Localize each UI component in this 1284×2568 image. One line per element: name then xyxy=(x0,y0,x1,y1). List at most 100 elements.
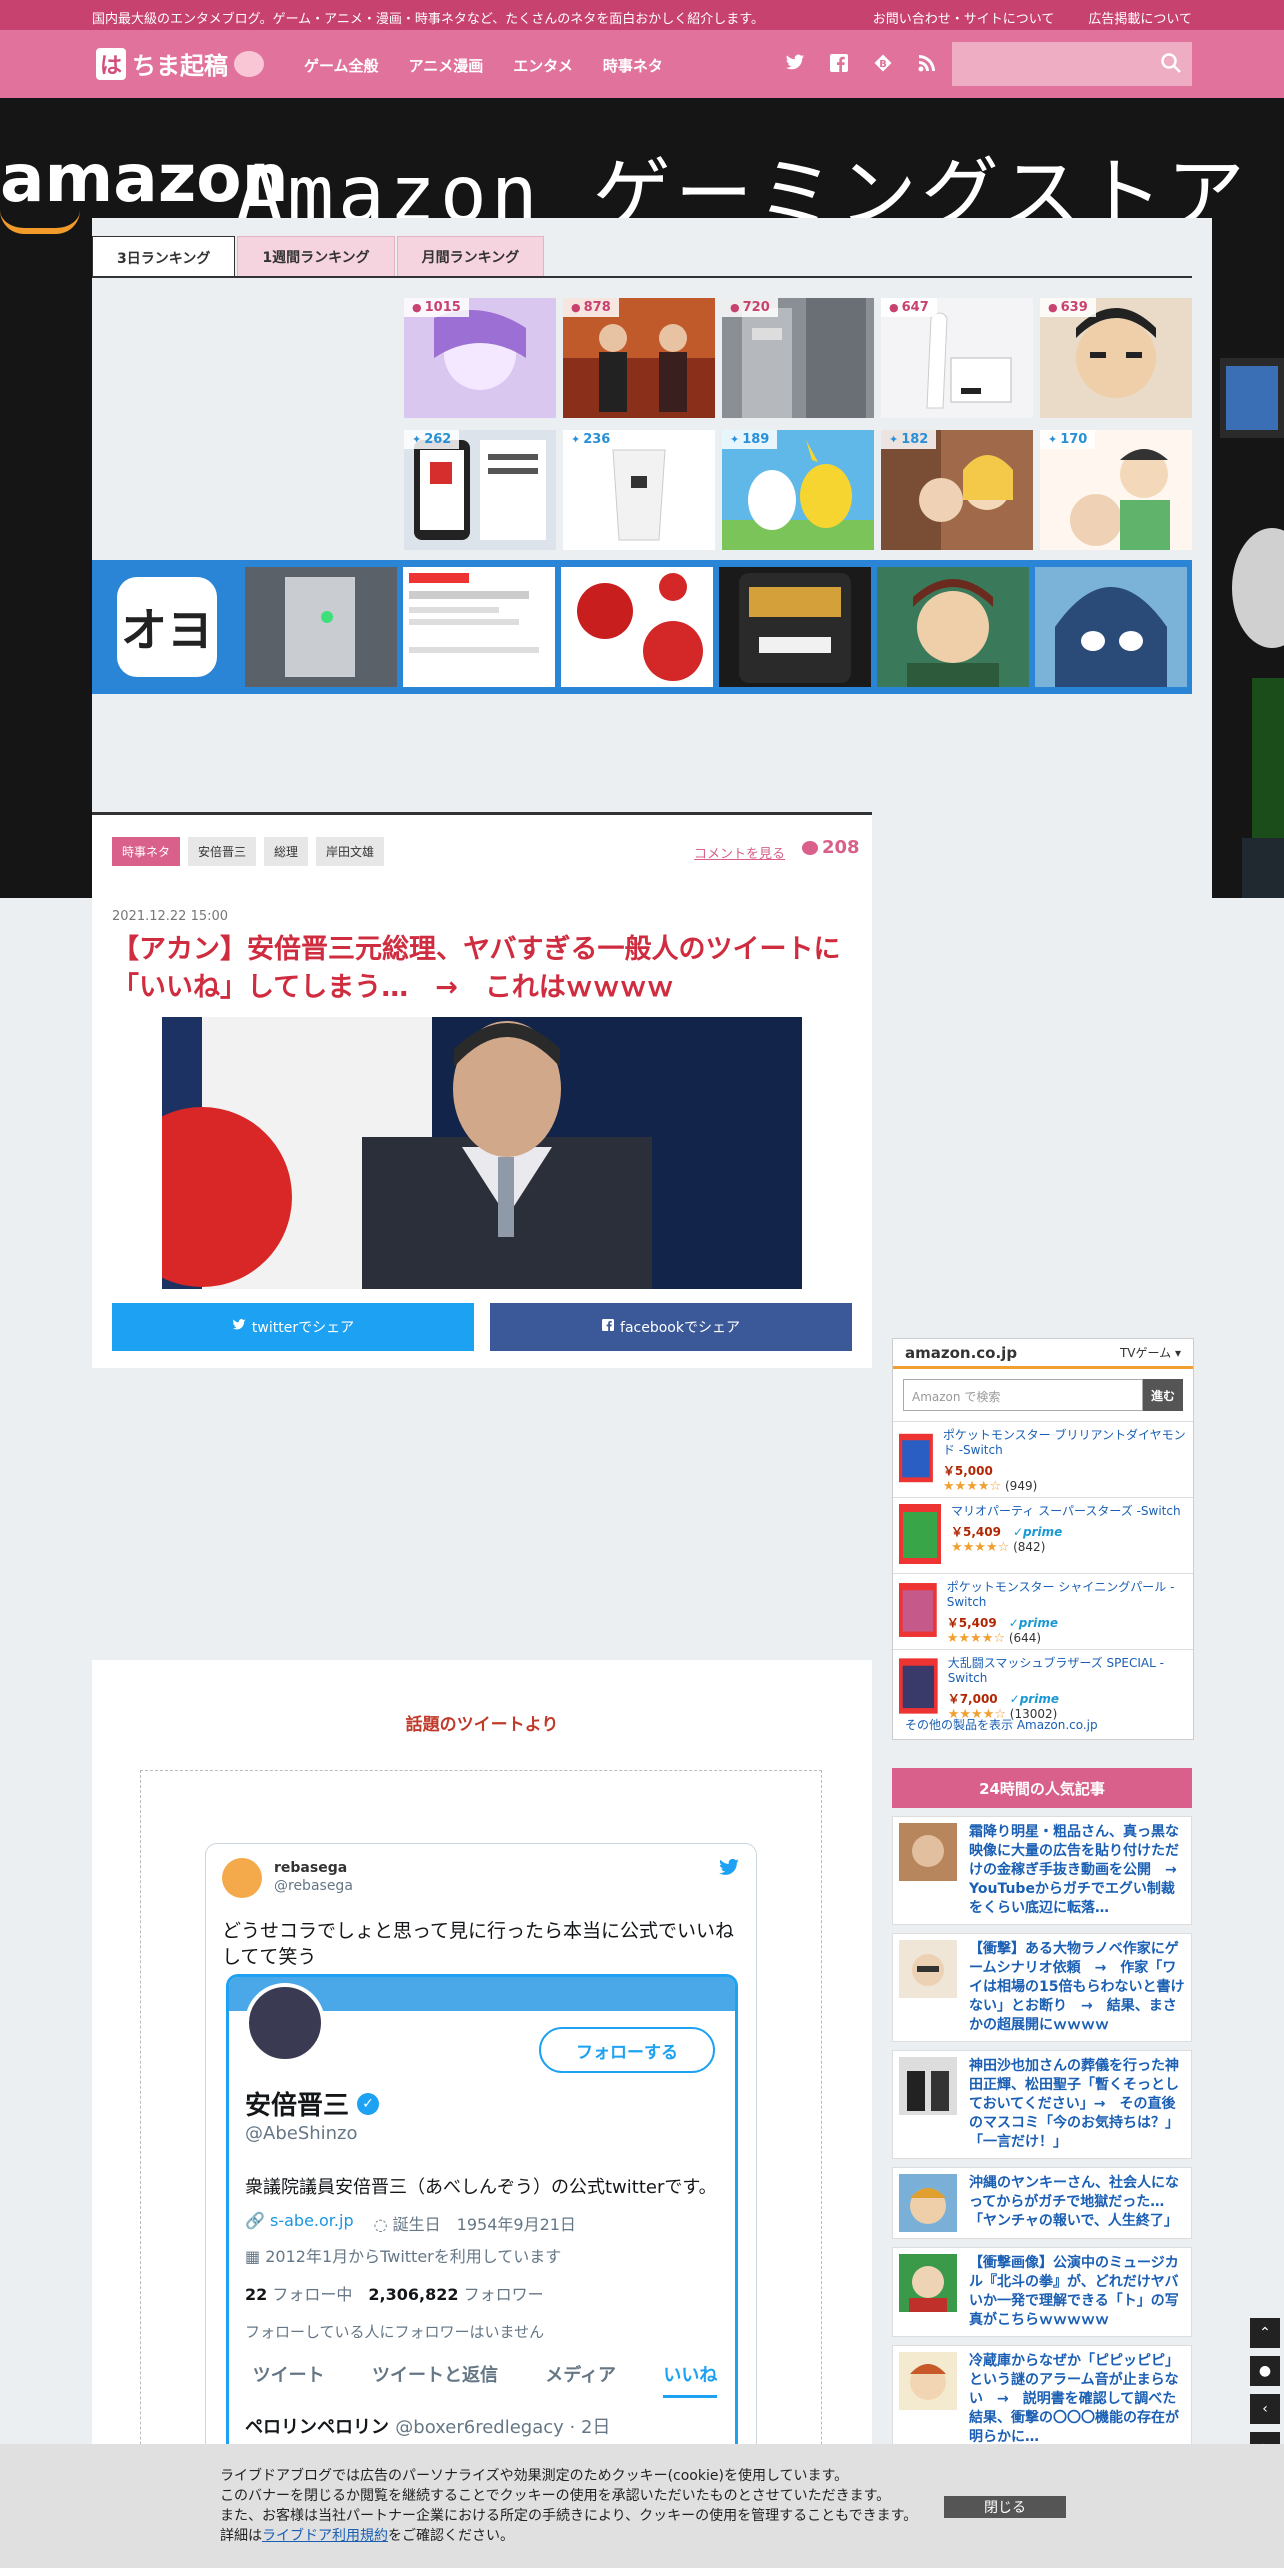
ranking-item[interactable]: 170 xyxy=(1040,430,1192,550)
tab-3day[interactable]: 3日ランキング xyxy=(92,236,236,278)
site-tagline: 国内最大級のエンタメブログ。ゲーム・アニメ・漫画・時事ネタなど、たくさんのネタを… xyxy=(92,12,764,27)
facebook-icon[interactable] xyxy=(828,52,850,74)
tag-abe[interactable]: 安倍晋三 xyxy=(188,837,257,866)
profile-name: 安倍晋三 ✓ xyxy=(245,2085,380,2122)
okuyomu-strip[interactable]: オヨ xyxy=(92,560,1192,694)
profile-link: 🔗 s-abe.or.jp xyxy=(245,2211,354,2230)
logo-text: ちま起稿 xyxy=(132,52,228,80)
twitter-share-button[interactable]: twitterでシェア xyxy=(112,1303,474,1351)
tab-media: メディア xyxy=(545,2365,617,2386)
avatar[interactable] xyxy=(222,1858,262,1898)
comment-count: 720 xyxy=(722,298,778,317)
list-item[interactable]: 大乱闘スマッシュブラザーズ SPECIAL - Switch ￥7,000 ✓pri… xyxy=(893,1649,1193,1725)
search-icon[interactable] xyxy=(1160,52,1182,74)
link-icon: 🔗 xyxy=(245,2211,265,2230)
category-select[interactable]: TVゲーム ▾ xyxy=(1120,1344,1181,1361)
rss-icon[interactable] xyxy=(916,52,938,74)
social-links: B xyxy=(784,52,938,74)
tag-kishida[interactable]: 岸田文雄 xyxy=(316,837,385,866)
ranking-item[interactable]: 647 xyxy=(881,298,1033,418)
menu-item-games[interactable]: ゲーム全般 xyxy=(304,55,379,76)
terms-link[interactable]: ライブドア利用規約 xyxy=(262,2528,388,2544)
hatena-icon[interactable]: B xyxy=(872,52,894,74)
ads-link[interactable]: 広告掲載について xyxy=(1088,8,1192,27)
ranking-item[interactable]: 1015 xyxy=(404,298,556,418)
ranking-item[interactable]: 262 xyxy=(404,430,556,550)
ranking-item[interactable]: 182 xyxy=(881,430,1033,550)
product-thumbnail xyxy=(899,1504,941,1564)
menu-item-news[interactable]: 時事ネタ xyxy=(603,55,663,76)
amazon-search-input[interactable]: Amazon で検索 xyxy=(903,1379,1143,1411)
tab-likes: いいね xyxy=(663,2361,718,2398)
tab-monthly[interactable]: 月間ランキング xyxy=(396,236,545,276)
list-item[interactable]: ポケットモンスター シャイニングパール -Switch ￥5,409 ✓prime ★… xyxy=(893,1573,1193,1649)
ranking-item[interactable]: 189 xyxy=(722,430,874,550)
okuyomu-thumbnail[interactable] xyxy=(403,567,555,687)
twitter-icon[interactable] xyxy=(784,52,806,74)
gaming-gear-decoration xyxy=(1220,358,1284,898)
list-item[interactable]: ポケットモンスター ブリリアントダイヤモンド -Switch ￥5,000 ★★★★… xyxy=(893,1421,1193,1497)
amazon-widget-logo: amazon.co.jp xyxy=(905,1343,1018,1362)
ranking-item[interactable]: 236 xyxy=(563,430,715,550)
ranking-tabs: 3日ランキング 1週間ランキング 月間ランキング xyxy=(92,236,545,278)
profile-joined: ▦ 2012年1月からTwitterを利用しています xyxy=(245,2247,562,2266)
facebook-share-button[interactable]: facebookでシェア xyxy=(490,1303,852,1351)
comment-bubble-icon xyxy=(802,840,818,855)
article-thumbnail xyxy=(899,1940,957,1998)
tag-pm[interactable]: 総理 xyxy=(264,837,309,866)
contact-link[interactable]: お問い合わせ・サイトについて xyxy=(873,8,1055,27)
tweet-username[interactable]: rebasega xyxy=(274,1860,347,1876)
tab-1week[interactable]: 1週間ランキング xyxy=(237,236,395,276)
logo-mark: は xyxy=(96,47,126,80)
cookie-close-button[interactable]: 閉じる xyxy=(944,2496,1066,2518)
list-item[interactable]: 沖縄のヤンキーさん、社会人になってからがガチで地獄だった… 「ヤンチャの報いで、… xyxy=(892,2167,1192,2239)
okuyomu-thumbnail[interactable] xyxy=(719,567,871,687)
menu-item-anime[interactable]: アニメ漫画 xyxy=(409,55,484,76)
twitter-icon xyxy=(232,1319,246,1335)
chevron-down-icon: ▾ xyxy=(1174,1346,1181,1360)
okuyomu-thumbnail[interactable] xyxy=(877,567,1029,687)
okuyomu-logo: オヨ xyxy=(95,563,239,691)
okuyomu-thumbnail[interactable] xyxy=(245,567,397,687)
list-item[interactable]: 霜降り明星・粗品さん、真っ黒な映像に大量の広告を貼り付けただけの金稼ぎ手抜き動画… xyxy=(892,1816,1192,1925)
tag-news[interactable]: 時事ネタ xyxy=(112,837,181,866)
okuyomu-thumbnail[interactable] xyxy=(561,567,713,687)
comment-count-badge[interactable]: 208 xyxy=(802,837,860,858)
share-buttons: twitterでシェア facebookでシェア xyxy=(112,1303,852,1351)
menu-item-entertainment[interactable]: エンタメ xyxy=(513,55,573,76)
tweet-text: どうせコラでしょと思って見に行ったら本当に公式でいいねしてて笑う xyxy=(222,1920,735,1968)
amazon-search-button[interactable]: 進む xyxy=(1143,1379,1183,1411)
floating-actions: ⌃ ● ‹ › xyxy=(1250,2318,1280,2462)
ranking-item[interactable]: 878 xyxy=(563,298,715,418)
balloon-icon: ◌ xyxy=(373,2215,388,2234)
tab-divider xyxy=(92,276,1192,278)
tweet-handle[interactable]: @rebasega xyxy=(274,1878,353,1894)
tweet-count: 182 xyxy=(881,430,937,449)
profile-avatar xyxy=(245,1983,325,2063)
search-input[interactable] xyxy=(952,42,1192,86)
product-thumbnail xyxy=(899,1658,938,1714)
comment-icon[interactable]: ● xyxy=(1250,2356,1280,2386)
list-item[interactable]: 冷蔵庫からなぜか「ピピッピピ」という謎のアラーム音が止まらない → 説明書を確認… xyxy=(892,2345,1192,2454)
tab-tweets: ツイート xyxy=(252,2365,325,2386)
list-item[interactable]: マリオパーティ スーパースターズ -Switch ￥5,409 ✓prime ★★★★… xyxy=(893,1497,1193,1573)
tweet-count: 170 xyxy=(1040,430,1096,449)
amazon-more-link[interactable]: その他の製品を表示 Amazon.co.jp xyxy=(905,1716,1098,1733)
article-title[interactable]: 【アカン】安倍晋三元総理、ヤバすぎる一般人のツイートに「いいね」してしまう… →… xyxy=(112,931,852,1007)
view-comments-link[interactable]: コメントを見る xyxy=(694,843,785,862)
popular-articles: 24時間の人気記事 霜降り明星・粗品さん、真っ黒な映像に大量の広告を貼り付けただ… xyxy=(892,1768,1192,2454)
list-item[interactable]: 【衝撃】ある大物ラノベ作家にゲームシナリオ依頼 → 作家「ワイは相場の15倍もら… xyxy=(892,1933,1192,2042)
ranking-item[interactable]: 639 xyxy=(1040,298,1192,418)
prev-arrow-icon[interactable]: ‹ xyxy=(1250,2394,1280,2424)
site-logo[interactable]: は ちま起稿 xyxy=(96,46,264,81)
list-item[interactable]: 神田沙也加さんの葬儀を行った神田正輝、松田聖子「暫くそっとしておいてください」→… xyxy=(892,2050,1192,2159)
article-thumbnail xyxy=(899,2057,957,2115)
ranking-item[interactable]: 720 xyxy=(722,298,874,418)
twitter-bird-icon[interactable] xyxy=(718,1858,740,1883)
follow-button[interactable]: フォローする xyxy=(539,2027,715,2073)
scroll-top-icon[interactable]: ⌃ xyxy=(1250,2318,1280,2348)
okuyomu-thumbnail[interactable] xyxy=(1035,567,1187,687)
list-item[interactable]: 【衝撃画像】公演中のミュージカル『北斗の拳』が、どれだけヤバいか一発で理解できる… xyxy=(892,2247,1192,2337)
liked-tweet-author: ペロリンペロリン @boxer6redlegacy · 2日 xyxy=(245,2417,611,2438)
pig-mascot-icon xyxy=(234,50,264,77)
